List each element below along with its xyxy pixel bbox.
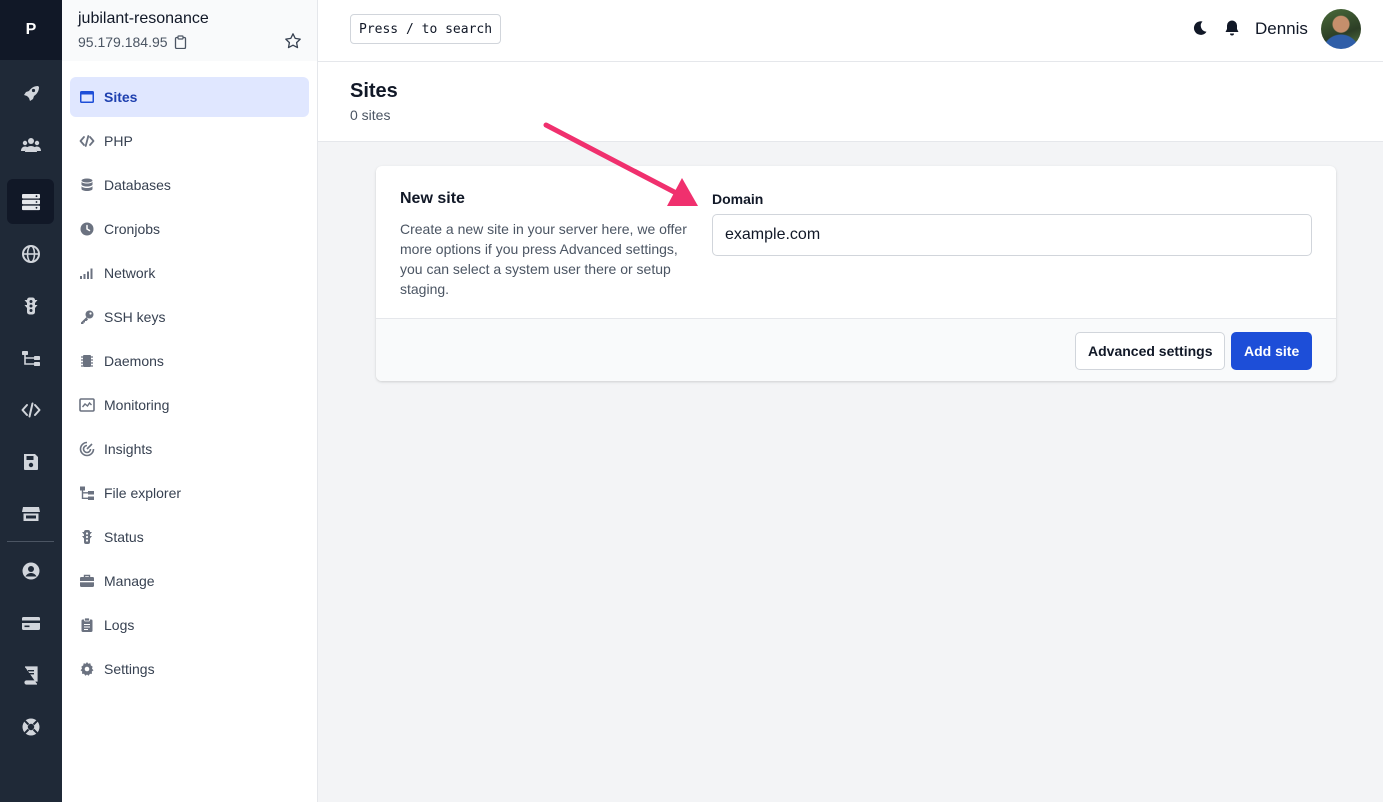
nav-item-label: Manage [104,573,155,589]
gear-icon [80,662,94,676]
key-icon [81,310,94,324]
nav-item-sites[interactable]: Sites [70,77,309,117]
code-icon[interactable] [7,387,54,432]
nav-item-logs[interactable]: Logs [70,605,309,645]
nav-item-label: Settings [104,661,155,677]
rail-divider [7,541,54,542]
toolbox-icon [80,574,94,587]
nav-item-daemons[interactable]: Daemons [70,341,309,381]
nav-item-settings[interactable]: Settings [70,649,309,689]
browser-window-icon [80,91,94,103]
add-site-button[interactable]: Add site [1231,332,1313,370]
folder-tree-icon [80,486,94,500]
bell-icon[interactable] [1223,19,1241,37]
clipboard-icon[interactable] [174,35,187,49]
nav-item-label: SSH keys [104,309,166,325]
server-ip: 95.179.184.95 [78,34,187,50]
database-icon [81,178,93,191]
domain-label: Domain [712,191,764,207]
radar-icon [79,441,95,457]
star-icon[interactable] [284,32,302,50]
nav-item-label: Cronjobs [104,221,161,237]
domain-input[interactable] [712,214,1312,256]
nav-item-insights[interactable]: Insights [70,429,309,469]
code-icon [79,135,95,147]
traffic-light-icon[interactable] [7,283,54,328]
nav-item-label: Insights [104,441,153,457]
nav-item-label: File explorer [104,485,182,501]
nav-item-label: PHP [104,133,133,149]
avatar[interactable] [1321,9,1361,49]
traffic-light-icon [82,530,92,544]
user-name[interactable]: Dennis [1255,19,1308,39]
new-site-title: New site [400,190,465,207]
network-tree-icon[interactable] [7,335,54,380]
user-circle-icon[interactable] [7,548,54,593]
store-icon[interactable] [7,491,54,536]
nav-item-label: Daemons [104,353,164,369]
monitor-chart-icon [79,398,95,412]
nav-item-label: Sites [104,89,138,105]
advanced-settings-button[interactable]: Advanced settings [1075,332,1226,370]
annotation-arrow [543,122,698,206]
page-subtitle: 0 sites [350,107,391,123]
rocket-icon[interactable] [7,70,54,115]
nav-item-cronjobs[interactable]: Cronjobs [70,209,309,249]
chip-icon [81,355,93,367]
nav-item-monitoring[interactable]: Monitoring [70,385,309,425]
nav-item-manage[interactable]: Manage [70,561,309,601]
servers-icon[interactable] [7,179,54,224]
nav-item-label: Network [104,265,156,281]
users-icon[interactable] [7,122,54,167]
clock-icon [80,222,94,236]
server-sidebar: jubilant-resonance 95.179.184.95 Sites P… [62,0,318,802]
clipboard-list-icon [81,617,93,632]
nav-item-status[interactable]: Status [70,517,309,557]
app-logo[interactable]: P [0,0,62,60]
new-site-card: New site Create a new site in your serve… [376,166,1336,381]
credit-card-icon[interactable] [7,600,54,645]
search-trigger[interactable]: Press / to search [350,14,502,44]
app-rail: P [0,0,62,802]
card-footer: Advanced settings Add site [376,318,1336,381]
signal-bars-icon [80,268,93,279]
nav-item-label: Logs [104,617,135,633]
nav-item-ssh-keys[interactable]: SSH keys [70,297,309,337]
nav-item-label: Databases [104,177,171,193]
top-bar: Press / to search Dennis [318,0,1383,62]
nav-item-label: Monitoring [104,397,170,413]
nav-item-label: Status [104,529,144,545]
server-header: jubilant-resonance 95.179.184.95 [62,0,317,61]
book-icon[interactable] [7,652,54,697]
server-name[interactable]: jubilant-resonance [78,10,209,28]
globe-icon[interactable] [7,231,54,276]
life-ring-icon[interactable] [7,704,54,749]
page-title: Sites [350,80,398,102]
moon-icon[interactable] [1191,19,1209,37]
page-header: Sites 0 sites [318,62,1383,142]
nav-item-file-explorer[interactable]: File explorer [70,473,309,513]
nav-item-network[interactable]: Network [70,253,309,293]
server-ip-text: 95.179.184.95 [78,34,168,50]
nav-item-databases[interactable]: Databases [70,165,309,205]
floppy-disk-icon[interactable] [7,439,54,484]
nav-item-php[interactable]: PHP [70,121,309,161]
new-site-description: Create a new site in your server here, w… [400,221,687,297]
